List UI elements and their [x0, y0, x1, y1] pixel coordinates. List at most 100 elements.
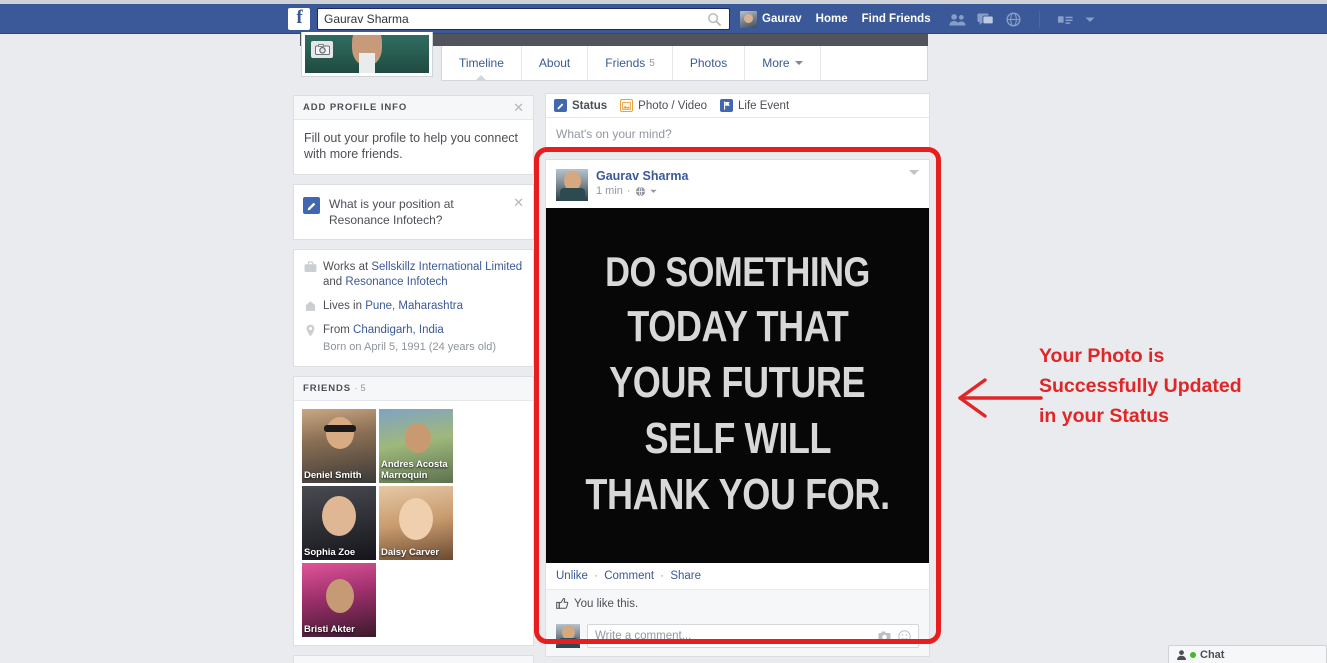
- comment-input[interactable]: Write a comment...: [587, 624, 919, 648]
- photos-card: PHOTOS · 1: [293, 655, 534, 663]
- briefcase-icon: [304, 261, 317, 273]
- share-button[interactable]: Share: [670, 570, 701, 582]
- main-content-column: Status Photo / Video Life Event What's o…: [534, 93, 941, 657]
- status-input-placeholder: What's on your mind?: [556, 127, 672, 141]
- nav-find-friends-link[interactable]: Find Friends: [862, 13, 931, 25]
- photo-icon: [620, 99, 634, 112]
- composer-tab-status[interactable]: Status: [554, 99, 607, 112]
- tabs-spacer: [821, 46, 927, 80]
- account-dropdown-icon[interactable]: [1085, 12, 1095, 27]
- tab-timeline-label: Timeline: [459, 56, 504, 70]
- nav-user-avatar: [740, 10, 757, 28]
- profile-prompt-card: What is your position at Resonance Infot…: [293, 184, 534, 240]
- pencil-icon: [303, 197, 320, 214]
- nav-divider: [1038, 10, 1040, 28]
- nav-home-link[interactable]: Home: [816, 13, 848, 25]
- add-profile-info-body: Fill out your profile to help you connec…: [294, 120, 533, 174]
- work-link-2[interactable]: Resonance Infotech: [345, 276, 447, 288]
- person-icon: [1177, 649, 1186, 660]
- annotation-line-2: Successfully Updated: [1039, 375, 1242, 397]
- tab-photos-label: Photos: [689, 56, 728, 70]
- friend-tile[interactable]: Bristi Akter: [302, 563, 376, 637]
- friends-count: · 5: [354, 383, 366, 394]
- tab-friends[interactable]: Friends 5: [588, 46, 673, 80]
- annotation-line-1: Your Photo is: [1039, 345, 1165, 367]
- thumbs-up-icon: [556, 598, 569, 609]
- post-menu-chevron-down-icon[interactable]: [909, 170, 919, 175]
- friend-tile[interactable]: Deniel Smith: [302, 409, 376, 483]
- poster-line-2: TODAY THAT: [626, 301, 849, 351]
- chevron-down-icon[interactable]: [649, 189, 657, 194]
- friends-card: FRIENDS · 5 Deniel Smith Andres Acosta M…: [293, 376, 534, 646]
- post-time[interactable]: 1 min: [596, 185, 623, 197]
- facebook-profile-page: f Gaurav Home Find Friends: [0, 0, 1327, 663]
- nav-user-link[interactable]: Gaurav: [740, 10, 816, 28]
- tab-photos[interactable]: Photos: [673, 46, 746, 80]
- annotation-text: Your Photo is Successfully Updated in yo…: [1039, 341, 1319, 431]
- map-pin-icon: [306, 324, 315, 337]
- friends-title-label: FRIENDS: [303, 383, 351, 394]
- post-header: Gaurav Sharma 1 min ·: [546, 160, 929, 208]
- chat-label: Chat: [1200, 648, 1225, 661]
- add-profile-info-header: ADD PROFILE INFO ✕: [294, 96, 533, 120]
- close-icon[interactable]: ✕: [513, 196, 524, 209]
- about-info-card: Works at Sellskillz International Limite…: [293, 249, 534, 367]
- annotation-line-3: in your Status: [1039, 405, 1170, 427]
- notifications-globe-icon[interactable]: [1005, 11, 1022, 27]
- status-composer: Status Photo / Video Life Event What's o…: [545, 93, 930, 151]
- post-comment-composer: Write a comment...: [546, 617, 929, 656]
- profile-picture[interactable]: [301, 32, 433, 77]
- add-profile-info-title: ADD PROFILE INFO: [303, 102, 408, 113]
- friend-tile[interactable]: Sophia Zoe: [302, 486, 376, 560]
- friend-name: Deniel Smith: [304, 470, 362, 481]
- friends-header: FRIENDS · 5: [294, 377, 533, 401]
- friend-tile[interactable]: Andres Acosta Marroquin: [379, 409, 453, 483]
- post-likes: You like this.: [546, 590, 929, 617]
- close-icon[interactable]: ✕: [513, 101, 524, 114]
- friend-name: Andres Acosta Marroquin: [381, 459, 448, 481]
- search-input[interactable]: [324, 10, 704, 28]
- friend-tile[interactable]: Daisy Carver: [379, 486, 453, 560]
- tab-friends-label: Friends: [605, 56, 646, 70]
- messages-icon[interactable]: [977, 12, 994, 27]
- emoji-icon[interactable]: [898, 629, 911, 643]
- comment-button[interactable]: Comment: [604, 570, 654, 582]
- facebook-logo-icon[interactable]: f: [288, 8, 310, 30]
- work-joiner: and: [323, 276, 346, 288]
- post-author-name[interactable]: Gaurav Sharma: [596, 169, 688, 183]
- info-row-work: Works at Sellskillz International Limite…: [304, 260, 523, 290]
- from-link[interactable]: Chandigarh, India: [353, 324, 444, 336]
- tab-timeline[interactable]: Timeline: [442, 46, 522, 80]
- work-link-1[interactable]: Sellskillz International Limited: [371, 261, 522, 273]
- nav-user-name[interactable]: Gaurav: [762, 13, 802, 25]
- search-box[interactable]: [317, 8, 730, 30]
- profile-prompt-row[interactable]: What is your position at Resonance Infot…: [294, 185, 533, 239]
- poster-line-3: YOUR FUTURE: [609, 357, 866, 407]
- camera-icon[interactable]: [311, 41, 333, 58]
- lives-link[interactable]: Pune, Maharashtra: [365, 300, 463, 312]
- tab-friends-count: 5: [649, 57, 655, 69]
- chevron-down-icon: [794, 61, 803, 65]
- status-input[interactable]: What's on your mind?: [546, 118, 929, 150]
- info-row-lives: Lives in Pune, Maharashtra: [304, 299, 523, 314]
- post-wrapper: Gaurav Sharma 1 min · DO SOMETHING TODAY…: [534, 147, 941, 657]
- facebook-top-navbar: f Gaurav Home Find Friends: [0, 4, 1327, 34]
- friends-grid: Deniel Smith Andres Acosta Marroquin Sop…: [294, 401, 533, 645]
- tab-about[interactable]: About: [522, 46, 589, 80]
- privacy-lock-icon[interactable]: [1057, 12, 1074, 27]
- composer-tab-photo-video[interactable]: Photo / Video: [620, 99, 707, 112]
- unlike-button[interactable]: Unlike: [556, 570, 588, 582]
- friend-requests-icon[interactable]: [949, 12, 966, 27]
- chat-online-status-dot: [1190, 651, 1196, 658]
- tab-more[interactable]: More: [745, 46, 821, 80]
- post-image[interactable]: DO SOMETHING TODAY THAT YOUR FUTURE SELF…: [546, 208, 929, 563]
- chat-bar[interactable]: Chat: [1168, 645, 1327, 663]
- camera-icon[interactable]: [878, 631, 891, 642]
- search-icon[interactable]: [707, 12, 722, 27]
- post-author-avatar[interactable]: [556, 169, 588, 201]
- globe-icon[interactable]: [635, 186, 646, 197]
- poster-line-1: DO SOMETHING: [605, 247, 870, 295]
- lives-prefix: Lives in: [323, 300, 366, 312]
- composer-tab-life-event[interactable]: Life Event: [720, 99, 789, 112]
- tab-more-label: More: [762, 56, 790, 70]
